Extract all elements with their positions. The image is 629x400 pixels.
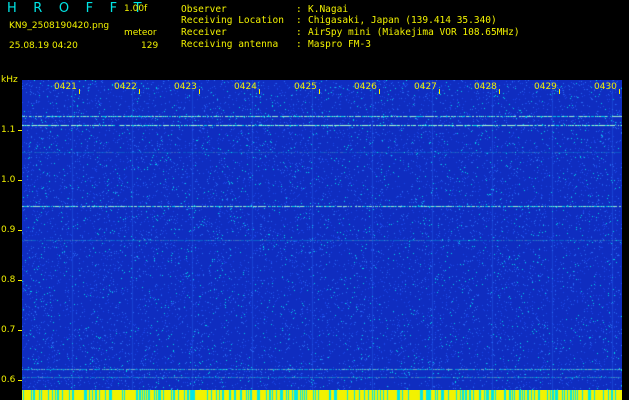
time-tick-label: 0422 (114, 82, 140, 94)
frequency-tick-mark (18, 330, 22, 331)
time-tick-label: 0430 (594, 82, 620, 94)
time-tick-label: 0425 (294, 82, 320, 94)
bottom-strip (22, 390, 622, 400)
mode-label: meteor (124, 28, 157, 38)
time-tick-label: 0429 (534, 82, 560, 94)
frequency-tick-label: 1.0 (1, 175, 16, 185)
detection-count: 129 (141, 41, 159, 51)
receiver-label: Receiver (181, 27, 227, 38)
filename-label: KN9_2508190420.png (9, 21, 110, 31)
observer-value: K.Nagai (308, 4, 349, 15)
spectrogram (22, 80, 622, 390)
y-axis-unit: kHz (1, 75, 18, 85)
time-tick-label: 0427 (414, 82, 440, 94)
frequency-tick-mark (18, 230, 22, 231)
version-label: 1.00f (124, 4, 148, 14)
receiver-colon: : (296, 27, 302, 38)
frequency-tick-label: 0.6 (1, 375, 16, 385)
time-tick-label: 0424 (234, 82, 260, 94)
antenna-colon: : (296, 39, 302, 50)
frequency-tick-label: 0.9 (1, 225, 16, 235)
location-label: Receiving Location (181, 15, 284, 26)
observer-colon: : (296, 4, 302, 15)
location-value: Chigasaki, Japan (139.414 35.340) (308, 15, 497, 26)
time-tick-label: 0421 (54, 82, 80, 94)
observer-label: Observer (181, 4, 227, 15)
frequency-tick-label: 1.1 (1, 125, 16, 135)
frequency-tick-mark (18, 130, 22, 131)
frequency-tick-label: 0.8 (1, 275, 16, 285)
receiver-value: AirSpy mini (Miakejima VOR 108.65MHz) (308, 27, 520, 38)
header-panel: H R O F F T 1.00f KN9_2508190420.png met… (0, 0, 629, 80)
antenna-label: Receiving antenna (181, 39, 279, 50)
time-tick-label: 0423 (174, 82, 200, 94)
datetime-label: 25.08.19 04:20 (9, 41, 78, 51)
time-axis: 0421 0422 0423 0424 0425 0426 0427 0428 0429 0430 (22, 80, 622, 100)
time-tick-label: 0428 (474, 82, 500, 94)
time-tick-label: 0426 (354, 82, 380, 94)
frequency-tick-mark (18, 180, 22, 181)
antenna-value: Maspro FM-3 (308, 39, 371, 50)
frequency-tick-mark (18, 280, 22, 281)
frequency-tick-mark (18, 380, 22, 381)
location-colon: : (296, 15, 302, 26)
frequency-tick-label: 0.7 (1, 325, 16, 335)
spectrogram-canvas (22, 80, 622, 390)
